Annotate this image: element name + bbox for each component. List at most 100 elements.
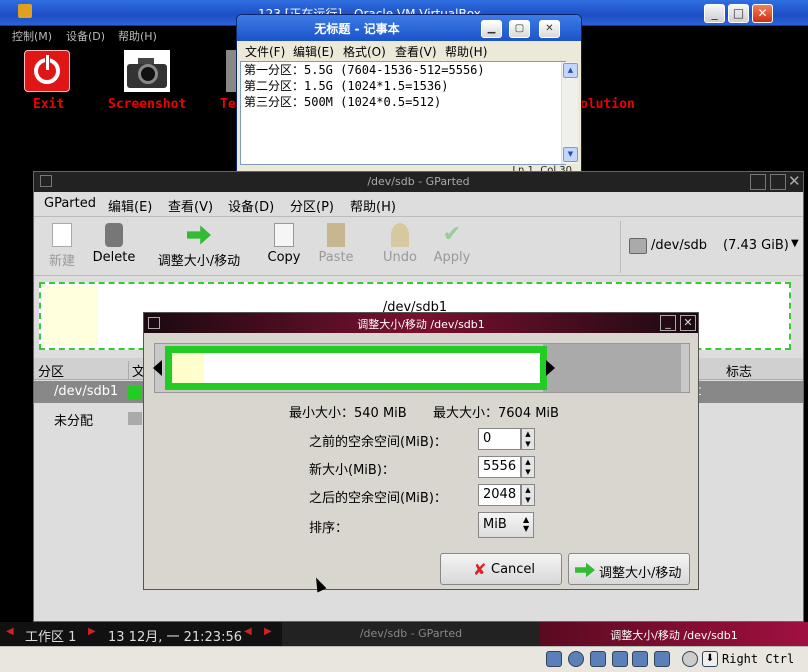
undo-button[interactable]: Undo (382, 223, 418, 273)
maximize-icon[interactable]: ▢ (509, 20, 530, 38)
optical-drive-icon[interactable] (568, 651, 584, 667)
new-label: 新建 (48, 254, 75, 269)
screenshot-label[interactable]: Screenshot (108, 97, 186, 112)
right-handle-icon[interactable] (546, 360, 555, 376)
close-icon[interactable]: ✕ (752, 4, 773, 23)
prev-task-icon[interactable]: ◀ (244, 626, 252, 637)
undo-label: Undo (383, 250, 417, 265)
new-file-icon (52, 223, 72, 247)
trash-icon (105, 223, 123, 247)
terminal-label[interactable]: Te (220, 97, 236, 112)
resolution-label[interactable]: olution (580, 97, 635, 112)
delete-button[interactable]: Delete (90, 223, 138, 273)
display-icon[interactable] (632, 651, 648, 667)
column-partition[interactable]: 分区 (38, 361, 64, 380)
partition-resizer[interactable] (153, 343, 690, 393)
notepad-text-area[interactable]: 第一分区：5.5G (7604-1536-512=5556) 第二分区：1.5G… (240, 61, 566, 165)
network-icon[interactable] (654, 651, 670, 667)
menu-control[interactable]: 控制(M) (12, 28, 52, 44)
vertical-scrollbar[interactable]: ▲ ▼ (561, 62, 578, 164)
next-task-icon[interactable]: ▶ (264, 626, 272, 637)
menu-help[interactable]: 帮助(H) (350, 196, 396, 215)
notepad-titlebar[interactable]: 无标题 - 记事本 ▁ ▢ ✕ (237, 15, 581, 41)
after-field[interactable]: 2048 (478, 484, 521, 506)
close-icon[interactable]: ✕ (539, 20, 560, 38)
menu-help[interactable]: 帮助(H) (445, 43, 487, 60)
usb-icon[interactable] (590, 651, 606, 667)
cancel-button[interactable]: ✘ Cancel (440, 553, 562, 585)
minimize-icon[interactable]: ▁ (481, 20, 502, 38)
text-line: 第一分区：5.5G (7604-1536-512=5556) (244, 63, 485, 77)
new-button[interactable]: 新建 (42, 223, 82, 273)
device-selector[interactable]: /dev/sdb (7.43 GiB) ▼ (620, 221, 803, 273)
mouse-integration-icon[interactable] (682, 651, 698, 667)
partition-box[interactable] (165, 346, 547, 390)
resize-arrow-icon (187, 225, 211, 245)
shared-folders-icon[interactable] (612, 651, 628, 667)
menu-edit[interactable]: 编辑(E) (293, 43, 334, 60)
dialog-titlebar[interactable]: 调整大小/移动 /dev/sdb1 _ ✕ (144, 313, 698, 333)
menu-view[interactable]: 查看(V) (395, 43, 437, 60)
after-stepper[interactable]: ▲ ▼ (521, 484, 535, 506)
menu-format[interactable]: 格式(O) (343, 43, 386, 60)
scroll-down-icon[interactable]: ▼ (563, 147, 578, 162)
exit-label[interactable]: Exit (33, 97, 64, 112)
close-icon[interactable]: ✕ (680, 315, 696, 331)
used-space (43, 286, 98, 346)
column-flags[interactable]: 标志 (726, 361, 752, 380)
clipboard-icon (327, 223, 345, 247)
gparted-titlebar[interactable]: /dev/sdb - GParted ✕ (34, 172, 803, 192)
notepad-menubar: 文件(F) 编辑(E) 格式(O) 查看(V) 帮助(H) (241, 41, 581, 61)
size-field[interactable]: 5556 (478, 456, 521, 478)
maximize-icon[interactable] (770, 174, 786, 190)
resize-dialog: 调整大小/移动 /dev/sdb1 _ ✕ 最小大小：540 MiB 最大大小：… (143, 312, 699, 593)
power-icon[interactable] (24, 50, 70, 92)
menu-edit[interactable]: 编辑(E) (108, 196, 152, 215)
left-handle-icon[interactable] (153, 360, 162, 376)
workspace-label[interactable]: 工作区 1 (25, 626, 76, 645)
scroll-up-icon[interactable]: ▲ (563, 63, 578, 78)
align-label: 排序： (309, 521, 349, 536)
menu-gparted[interactable]: GParted (44, 196, 96, 211)
menu-view[interactable]: 查看(V) (168, 196, 213, 215)
resize-confirm-label: 调整大小/移动 (599, 566, 682, 581)
hard-disk-icon[interactable] (546, 651, 562, 667)
menu-devices[interactable]: 设备(D) (66, 28, 105, 44)
undo-icon (391, 223, 409, 247)
host-key-icon: ⬇ (702, 651, 718, 667)
after-label: 之后的空余空间(MiB)： (309, 491, 447, 506)
copy-label: Copy (267, 250, 301, 265)
camera-icon[interactable] (124, 50, 170, 92)
task-gparted[interactable]: /dev/sdb - GParted (282, 622, 540, 646)
copy-button[interactable]: Copy (266, 223, 302, 273)
resize-label: 调整大小/移动 (157, 254, 241, 269)
resize-move-confirm-button[interactable]: 调整大小/移动 (568, 553, 690, 585)
cancel-icon: ✘ (473, 560, 487, 579)
apply-button[interactable]: ✔ Apply (432, 223, 472, 273)
resize-move-button[interactable]: 调整大小/移动 (154, 223, 244, 273)
clock[interactable]: 13 12月, 一 21:23:56 (108, 626, 242, 645)
before-field[interactable]: 0 (478, 428, 521, 450)
minimize-icon[interactable] (750, 174, 766, 190)
max-size-label: 最大大小：7604 MiB (433, 406, 559, 421)
menu-file[interactable]: 文件(F) (245, 43, 285, 60)
menu-help[interactable]: 帮助(H) (118, 28, 157, 44)
align-select[interactable]: MiB ▲ ▼ (478, 512, 534, 538)
drive-icon (629, 238, 647, 254)
menu-partition[interactable]: 分区(P) (290, 196, 334, 215)
window-menu-icon[interactable] (148, 317, 160, 329)
before-stepper[interactable]: ▲ ▼ (521, 428, 535, 450)
prev-workspace-icon[interactable]: ◀ (6, 626, 14, 637)
menu-device[interactable]: 设备(D) (228, 196, 274, 215)
task-resize-dialog[interactable]: 调整大小/移动 /dev/sdb1 (540, 622, 808, 646)
paste-button[interactable]: Paste (316, 223, 356, 273)
minimize-icon[interactable]: _ (704, 4, 725, 23)
app-icon (18, 4, 32, 18)
next-workspace-icon[interactable]: ▶ (88, 626, 96, 637)
size-stepper[interactable]: ▲ ▼ (521, 456, 535, 478)
maximize-icon[interactable]: □ (728, 4, 749, 23)
used-space (172, 353, 204, 383)
window-menu-icon[interactable] (40, 175, 52, 187)
minimize-icon[interactable]: _ (660, 315, 676, 331)
close-icon[interactable]: ✕ (788, 172, 801, 190)
